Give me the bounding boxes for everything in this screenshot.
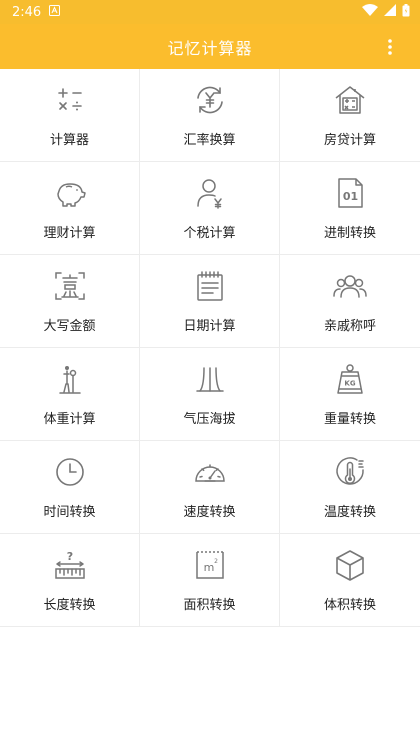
tool-speed-conversion[interactable]: 速度转换 (140, 441, 280, 534)
notification-icon (49, 4, 61, 20)
clock-icon (53, 455, 87, 489)
calculator-icon (53, 83, 87, 117)
battery-icon (402, 3, 410, 21)
cube-icon (333, 548, 367, 582)
kg-weight-icon: KG (333, 362, 367, 396)
weight-scale-person-icon (53, 362, 87, 396)
calendar-icon (193, 269, 227, 303)
binary-file-icon: 01 (333, 176, 367, 210)
house-loan-icon (333, 83, 367, 117)
svg-text:2: 2 (214, 558, 218, 565)
tool-date[interactable]: 日期计算 (140, 255, 280, 348)
tool-temperature-conversion[interactable]: 温度转换 (280, 441, 420, 534)
tool-relatives[interactable]: 亲戚称呼 (280, 255, 420, 348)
piggy-bank-icon (53, 176, 87, 210)
overflow-menu-icon[interactable] (380, 35, 400, 59)
tool-capital-amount[interactable]: 大写金额 (0, 255, 140, 348)
svg-text:?: ? (66, 550, 72, 563)
capital-amount-icon (53, 269, 87, 303)
tool-label: 长度转换 (43, 597, 96, 613)
tool-length-conversion[interactable]: ? 长度转换 (0, 534, 140, 627)
tool-base-conversion[interactable]: 01 进制转换 (280, 162, 420, 255)
ruler-icon: ? (53, 548, 87, 582)
tool-label: 体积转换 (323, 597, 376, 613)
status-bar: 2:46 (0, 0, 420, 24)
app-title: 记忆计算器 (167, 38, 253, 58)
tool-area-conversion[interactable]: m 2 面积转换 (140, 534, 280, 627)
tool-label: 汇率换算 (183, 132, 236, 148)
tool-label: 计算器 (49, 132, 89, 148)
svg-text:m: m (203, 561, 214, 574)
tool-weight-conversion[interactable]: KG 重量转换 (280, 348, 420, 441)
tool-label: 日期计算 (183, 318, 236, 334)
tool-body-weight[interactable]: 体重计算 (0, 348, 140, 441)
tool-income-tax[interactable]: 个税计算 (140, 162, 280, 255)
wifi-icon (362, 4, 378, 20)
tool-label: 气压海拔 (183, 411, 236, 427)
tool-label: 时间转换 (43, 504, 96, 520)
app-bar: 记忆计算器 (0, 24, 420, 69)
tool-volume-conversion[interactable]: 体积转换 (280, 534, 420, 627)
air-pressure-icon (193, 362, 227, 396)
tool-label: 体重计算 (43, 411, 96, 427)
tool-finance[interactable]: 理财计算 (0, 162, 140, 255)
currency-exchange-icon (193, 83, 227, 117)
svg-text:KG: KG (344, 379, 355, 387)
tax-person-icon (193, 176, 227, 210)
tool-pressure-altitude[interactable]: 气压海拔 (140, 348, 280, 441)
tool-label: 理财计算 (43, 225, 96, 241)
tool-house-loan[interactable]: 房贷计算 (280, 69, 420, 162)
tool-calculator[interactable]: 计算器 (0, 69, 140, 162)
speedometer-icon (193, 455, 227, 489)
svg-text:01: 01 (343, 190, 358, 203)
tool-label: 温度转换 (323, 504, 376, 520)
tool-time-conversion[interactable]: 时间转换 (0, 441, 140, 534)
status-time: 2:46 (12, 4, 42, 20)
tool-label: 个税计算 (183, 225, 236, 241)
thermometer-icon (333, 455, 367, 489)
tools-grid: 计算器 汇率换算 房贷计算 理财计算 个税计算 01 进制转换 大写金额 日期计… (0, 69, 420, 627)
tool-label: 速度转换 (183, 504, 236, 520)
tool-label: 重量转换 (323, 411, 376, 427)
tool-currency-exchange[interactable]: 汇率换算 (140, 69, 280, 162)
tool-label: 面积转换 (183, 597, 236, 613)
tool-label: 大写金额 (43, 318, 96, 334)
area-icon: m 2 (193, 548, 227, 582)
signal-icon (384, 4, 396, 20)
tool-label: 亲戚称呼 (323, 318, 376, 334)
tool-label: 房贷计算 (323, 132, 376, 148)
tool-label: 进制转换 (323, 225, 376, 241)
relatives-icon (333, 269, 367, 303)
